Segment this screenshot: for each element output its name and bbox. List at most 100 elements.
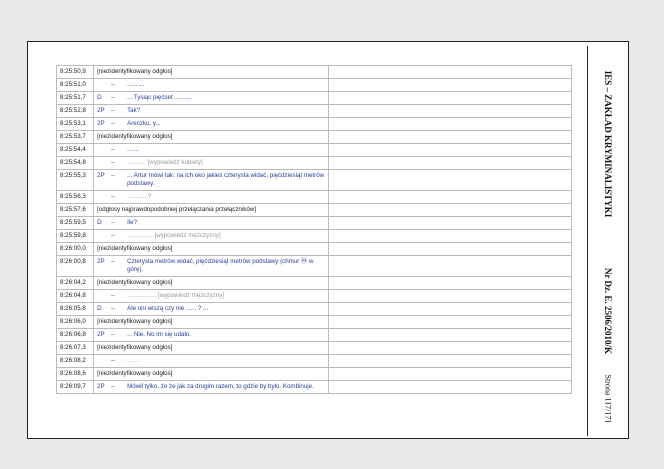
row-text: Czterysta metrów widać, pięćdziesiąt met…: [127, 258, 314, 273]
row-text: Ile?: [127, 219, 138, 226]
row-empty-column: [327, 190, 573, 204]
row-text: Mówił tylko, że że jak za drugim razem, …: [127, 383, 314, 390]
table-row: 8:26:04,2 [niezidentyfikowany odgłos]: [55, 276, 573, 290]
row-dash: –: [111, 81, 115, 88]
row-note: [niezidentyfikowany odgłos]: [97, 245, 173, 252]
row-empty-column: [327, 130, 573, 144]
row-empty-column: [327, 117, 573, 131]
row-content: [niezidentyfikowany odgłos]: [93, 276, 329, 290]
document-number: Nr Dz. E. 2506/2010/K: [603, 267, 613, 355]
table-row: 8:25:51,7 D – ... Tysiąc pięćset ..........: [55, 91, 573, 105]
row-content: –.......: [93, 143, 329, 157]
row-content: [niezidentyfikowany odgłos]: [93, 367, 329, 381]
row-time: 8:26:00,0: [55, 242, 95, 256]
row-speaker: [97, 81, 111, 89]
table-row: 8:25:53,7 [niezidentyfikowany odgłos]: [55, 130, 573, 144]
row-speaker: [97, 146, 111, 154]
row-content: [niezidentyfikowany odgłos]: [93, 130, 329, 144]
table-row: 8:25:52,8 2P – Tak?: [55, 104, 573, 118]
row-content: – ........... [wypowiedź kobiety]: [93, 156, 329, 170]
row-time: 8:26:04,2: [55, 276, 95, 290]
row-speaker: [97, 193, 111, 201]
table-row: 8:25:51,0 – ...... ...: [55, 78, 573, 92]
row-note: [niezidentyfikowany odgłos]: [97, 68, 173, 75]
row-dash: –: [111, 232, 115, 239]
transcript-table: 8:25:50,9 [niezidentyfikowany odgłos] 8:25…: [55, 65, 573, 394]
row-time: 8:26:08,6: [55, 367, 95, 381]
row-content: –.......: [93, 354, 329, 368]
row-time: 8:26:00,8: [55, 255, 95, 277]
row-time: 8:25:54,8: [55, 156, 95, 170]
row-note: [niezidentyfikowany odgłos]: [97, 318, 173, 325]
row-speaker: 2P: [97, 120, 105, 127]
row-note: [niezidentyfikowany odgłos]: [97, 370, 173, 377]
row-text: ...... ...: [127, 81, 145, 88]
table-row: 8:26:08,6 [niezidentyfikowany odgłos]: [55, 367, 573, 381]
row-dash: –: [111, 94, 115, 101]
table-row: 8:26:06,0 [niezidentyfikowany odgłos]: [55, 315, 573, 329]
row-text: ............?: [127, 193, 152, 200]
row-empty-column: [327, 156, 573, 170]
row-dash: –: [111, 146, 115, 153]
row-note: [niezidentyfikowany odgłos]: [97, 133, 173, 140]
row-dash: –: [111, 258, 115, 265]
row-time: 8:25:59,8: [55, 229, 95, 243]
row-time: 8:25:53,7: [55, 130, 95, 144]
row-empty-column: [327, 91, 573, 105]
row-time: 8:25:51,7: [55, 91, 95, 105]
table-row: 8:25:54,4–.......: [55, 143, 573, 157]
table-row: 8:25:54,8 – ........... [wypowiedź kobiety…: [55, 156, 573, 170]
row-dash: –: [111, 172, 115, 179]
row-content: [odgłosy najprawdopodobniej przełączania…: [93, 203, 329, 217]
row-dash: –: [111, 219, 115, 226]
row-content: – ............... [wypowiedź mężczyzny]: [93, 229, 329, 243]
row-dash: –: [111, 357, 115, 364]
row-text: Areczku, y...: [127, 120, 161, 127]
row-content: –............?: [93, 190, 329, 204]
row-dash: –: [111, 331, 115, 338]
row-note: [niezidentyfikowany odgłos]: [97, 279, 173, 286]
row-speaker: [97, 232, 111, 240]
row-time: 8:25:51,0: [55, 78, 95, 92]
row-time: 8:25:50,9: [55, 65, 95, 79]
row-empty-column: [327, 255, 573, 277]
row-empty-column: [327, 380, 573, 394]
row-speaker: D: [97, 94, 102, 101]
row-content: 2P – Tak?: [93, 104, 329, 118]
row-time: 8:26:07,3: [55, 341, 95, 355]
row-time: 8:25:54,4: [55, 143, 95, 157]
row-dash: –: [111, 305, 115, 312]
row-text: ........... [wypowiedź kobiety]: [127, 159, 203, 166]
row-dash: –: [111, 159, 115, 166]
row-content: 2P – Areczku, y...: [93, 117, 329, 131]
row-note: [odgłosy najprawdopodobniej przełączania…: [97, 206, 256, 213]
table-row: 8:26:09,7 2P – Mówił tylko, że że jak za dr…: [55, 380, 573, 394]
row-empty-column: [327, 143, 573, 157]
row-time: 8:25:52,8: [55, 104, 95, 118]
table-row: 8:25:55,3 2P – ... Artur mówi tak: na ich o…: [55, 169, 573, 191]
row-dash: –: [111, 383, 115, 390]
row-empty-column: [327, 203, 573, 217]
row-empty-column: [327, 216, 573, 230]
row-time: 8:25:59,5: [55, 216, 95, 230]
table-row: 8:26:00,8 2P – Czterysta metrów widać, pięć…: [55, 255, 573, 277]
row-text: ................. [wypowiedź mężczyzny]: [127, 292, 225, 299]
row-speaker: 2P: [97, 107, 105, 114]
row-content: 2P – Czterysta metrów widać, pięćdziesiąt …: [93, 255, 329, 277]
row-content: [niezidentyfikowany odgłos]: [93, 65, 329, 79]
row-note: [niezidentyfikowany odgłos]: [97, 344, 173, 351]
row-empty-column: [327, 229, 573, 243]
row-time: 8:26:06,0: [55, 315, 95, 329]
row-speaker: 2P: [97, 383, 105, 390]
table-row: 8:25:56,3–............?: [55, 190, 573, 204]
table-row: 8:26:04,8 – ................. [wypowiedź m…: [55, 289, 573, 303]
row-content: 2P – ... Nie. No im się udało.: [93, 328, 329, 342]
row-speaker: [97, 357, 111, 365]
row-dash: –: [111, 120, 115, 127]
row-content: 2P – ... Artur mówi tak: na ich oko jakieś…: [93, 169, 329, 191]
table-row: 8:25:50,9 [niezidentyfikowany odgłos]: [55, 65, 573, 79]
row-dash: –: [111, 193, 115, 200]
row-speaker: 2P: [97, 172, 105, 179]
row-empty-column: [327, 328, 573, 342]
table-row: 8:26:00,0 [niezidentyfikowany odgłos]: [55, 242, 573, 256]
